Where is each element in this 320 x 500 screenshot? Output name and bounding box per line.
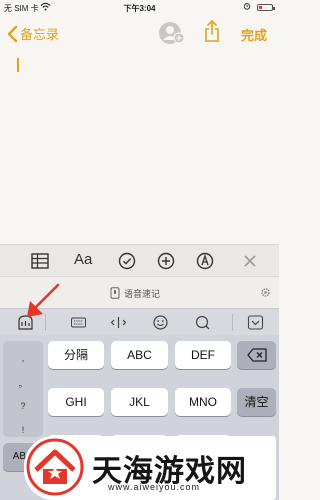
punctuation-key[interactable]: ! (3, 425, 43, 435)
note-body[interactable] (0, 50, 279, 244)
status-bar: 无 SIM 卡 下午3:04 (0, 0, 279, 16)
punctuation-key[interactable]: 。 (3, 377, 43, 390)
toolbar-divider (232, 314, 233, 331)
key-5[interactable]: JKL (111, 388, 168, 416)
text-style-button[interactable]: Aa (74, 251, 92, 268)
format-toolbar: Aa (0, 244, 279, 277)
key-2[interactable]: ABC (111, 341, 168, 369)
back-button[interactable]: 备忘录 (6, 24, 59, 43)
gear-icon[interactable] (260, 287, 271, 298)
punctuation-key[interactable]: ? (3, 401, 43, 411)
cursor-move-icon[interactable] (110, 314, 127, 331)
punctuation-column[interactable]: , 。 ? ! (3, 341, 43, 437)
microphone-icon (110, 287, 120, 299)
add-people-icon[interactable] (158, 20, 186, 46)
punctuation-key[interactable]: , (3, 353, 43, 363)
battery-icon (257, 4, 275, 11)
alarm-icon (243, 3, 251, 10)
key-6[interactable]: MNO (175, 388, 231, 416)
delete-icon (246, 348, 267, 362)
watermark-logo (26, 438, 84, 496)
delete-button[interactable] (237, 341, 276, 369)
search-icon[interactable] (194, 314, 211, 331)
watermark-banner: 天海游戏网 www.aiweiyou.com (24, 436, 276, 500)
emoji-icon[interactable] (152, 314, 169, 331)
key-4[interactable]: GHI (48, 388, 104, 416)
done-button[interactable]: 完成 (241, 25, 267, 44)
key-1[interactable]: 分隔 (48, 341, 104, 369)
collapse-keyboard-icon[interactable] (247, 314, 264, 331)
text-cursor (17, 58, 19, 72)
markup-pen-icon[interactable] (195, 251, 215, 271)
watermark-url: www.aiweiyou.com (108, 482, 201, 492)
share-icon[interactable] (204, 20, 220, 42)
key-3[interactable]: DEF (175, 341, 231, 369)
table-icon[interactable] (30, 251, 50, 271)
navigation-bar: 备忘录 完成 (0, 16, 279, 50)
keyboard-icon[interactable] (70, 314, 87, 331)
back-label: 备忘录 (20, 27, 60, 42)
checklist-icon[interactable] (117, 251, 137, 271)
annotation-arrow-icon (27, 283, 60, 317)
clock: 下午3:04 (123, 4, 156, 13)
chevron-left-icon (7, 25, 18, 42)
clear-button[interactable]: 清空 (237, 388, 276, 416)
add-icon[interactable] (156, 251, 176, 271)
voice-memo-label: 语音速记 (124, 289, 161, 299)
close-toolbar-icon[interactable] (240, 251, 260, 271)
